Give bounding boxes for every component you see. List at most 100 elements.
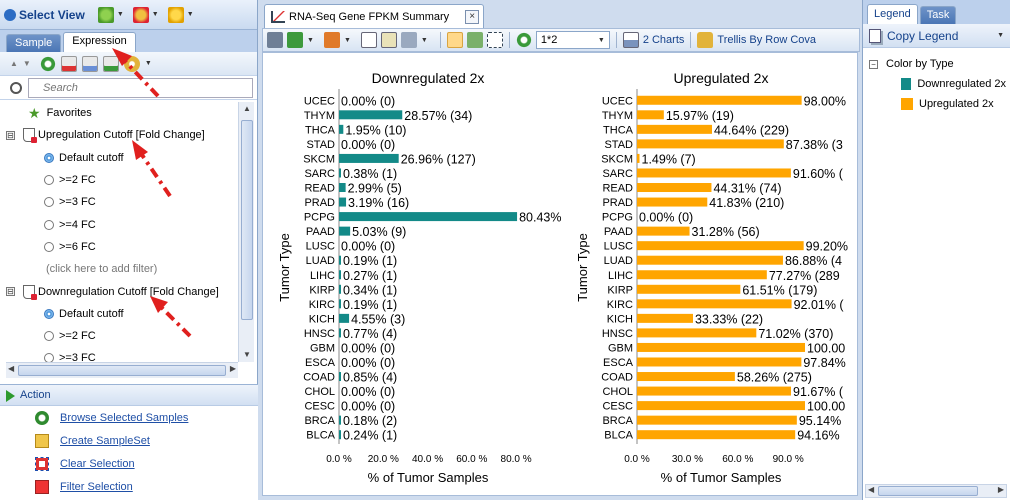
tree-group-upregulation[interactable]: ⊟ Upregulation Cutoff [Fold Change] [6,124,238,146]
settings-dropdown-icon[interactable]: ▼ [145,60,152,67]
y-tick-label: THYM [304,110,335,122]
copy-icon[interactable] [360,32,377,48]
scroll-left-icon[interactable]: ◀ [8,364,14,373]
add-filter-icon[interactable] [102,55,119,72]
tab-legend[interactable]: Legend [867,4,918,24]
legend-entry[interactable]: Upregulated 2x [867,94,1006,114]
y-tick-label: KIRC [309,299,335,311]
radio-selected-icon[interactable] [44,308,54,319]
print-icon[interactable] [400,32,417,48]
paste-icon[interactable] [380,32,397,48]
export-image-icon[interactable] [323,32,340,48]
tree-item-favorites[interactable]: ★ Favorites [6,102,238,124]
delete-filter-icon[interactable] [60,55,77,72]
scroll-thumb[interactable] [18,365,226,376]
pointer-tool-icon[interactable] [446,32,463,48]
favorite-star-icon[interactable] [167,6,184,23]
clear-selection-link[interactable]: Clear Selection [60,458,135,470]
tree-option[interactable]: Default cutoff [6,147,238,169]
scroll-left-icon[interactable]: ◀ [868,485,874,494]
collapse-icon[interactable]: − [869,59,878,69]
action-title: Action [20,389,51,401]
chart-layout-icon[interactable] [622,32,639,48]
scroll-right-icon[interactable]: ▶ [230,364,236,373]
refresh-icon[interactable] [39,55,56,72]
collapse-icon[interactable]: ⊟ [6,130,15,140]
radio-icon[interactable] [44,197,54,208]
tab-expression[interactable]: Expression [63,32,136,52]
legend-horizontal-scrollbar[interactable]: ◀ ▶ [865,484,1007,498]
tree-option[interactable]: >=3 FC [6,191,238,213]
remove-favorite-star-icon[interactable] [132,6,149,23]
chart-settings-icon[interactable] [267,32,283,48]
action-header[interactable]: Action [0,384,258,406]
tree-option[interactable]: >=3 FC [6,347,238,362]
scroll-thumb[interactable] [878,486,978,496]
radio-icon[interactable] [44,219,54,230]
bar [339,153,399,163]
refresh-chart-icon[interactable] [515,32,532,48]
zoom-fit-icon[interactable] [486,32,503,48]
pan-tool-icon[interactable] [466,32,483,48]
tree-option[interactable]: >=2 FC [6,169,238,191]
remove-favorite-dropdown-icon[interactable]: ▼ [152,11,159,18]
action-clear-selection[interactable]: Clear Selection [0,452,258,475]
export-image-dropdown-icon[interactable]: ▼ [344,37,351,44]
legend-swatch [901,98,913,110]
tree-vertical-scrollbar[interactable]: ▲ ▼ [238,102,254,362]
bar [637,255,783,265]
move-up-icon[interactable]: ▲ [10,59,18,68]
action-create-sampleset[interactable]: Create SampleSet [0,429,258,452]
tree-option[interactable]: Default cutoff [6,303,238,325]
layout-select[interactable]: 1*2 ▼ [535,31,610,49]
scroll-down-icon[interactable]: ▼ [242,350,252,360]
copy-legend-button[interactable]: Copy Legend ▼ [863,24,1010,48]
legend-entry[interactable]: Downregulated 2x [867,74,1006,94]
tree-option[interactable]: >=6 FC [6,236,238,258]
charts-count-button[interactable]: 2 Charts [643,34,685,46]
tab-sample[interactable]: Sample [6,34,62,52]
export-excel-icon[interactable] [287,32,303,48]
collapse-icon[interactable]: ⊟ [6,287,15,297]
toolbar-separator [439,32,441,48]
bar [339,124,344,134]
filter-selection-link[interactable]: Filter Selection [60,481,133,493]
scroll-right-icon[interactable]: ▶ [998,485,1004,494]
data-label: 0.00% (0) [341,240,395,254]
tree-option[interactable]: >=2 FC [6,325,238,347]
radio-icon[interactable] [44,175,54,186]
bar [339,212,518,222]
tree-option[interactable]: >=4 FC [6,213,238,235]
add-favorite-star-icon[interactable] [97,6,114,23]
action-browse-selected-samples[interactable]: Browse Selected Samples [0,406,258,429]
action-filter-selection[interactable]: Filter Selection [0,475,258,498]
settings-icon[interactable] [123,55,140,72]
chevron-down-icon[interactable]: ▼ [997,32,1004,39]
document-tab[interactable]: RNA-Seq Gene FPKM Summary × [264,4,485,28]
radio-icon[interactable] [44,353,54,362]
trellis-button[interactable]: Trellis By Row Cova [717,34,816,46]
tree-horizontal-scrollbar[interactable]: ◀ ▶ [6,362,238,378]
print-dropdown-icon[interactable]: ▼ [421,37,428,44]
move-down-icon[interactable]: ▼ [23,59,31,68]
tree-group-downregulation[interactable]: ⊟ Downregulation Cutoff [Fold Change] [6,280,238,302]
tab-task[interactable]: Task [919,6,957,24]
search-input[interactable] [28,77,253,98]
scroll-up-icon[interactable]: ▲ [242,104,252,114]
radio-icon[interactable] [44,241,54,252]
browse-selected-samples-link[interactable]: Browse Selected Samples [60,412,188,424]
radio-icon[interactable] [44,331,54,342]
create-sampleset-link[interactable]: Create SampleSet [60,435,150,447]
bar [339,110,403,120]
lock-icon[interactable] [697,32,714,48]
scroll-thumb[interactable] [241,120,253,320]
chevron-down-icon[interactable]: ▼ [598,37,605,44]
export-excel-dropdown-icon[interactable]: ▼ [307,37,314,44]
copy-filter-icon[interactable] [81,55,98,72]
favorite-dropdown-icon[interactable]: ▼ [187,11,194,18]
legend-group[interactable]: − Color by Type [867,54,1006,74]
add-filter-hint[interactable]: (click here to add filter) [6,258,238,280]
close-icon[interactable]: × [465,9,480,24]
radio-selected-icon[interactable] [44,152,54,163]
add-favorite-dropdown-icon[interactable]: ▼ [117,11,124,18]
